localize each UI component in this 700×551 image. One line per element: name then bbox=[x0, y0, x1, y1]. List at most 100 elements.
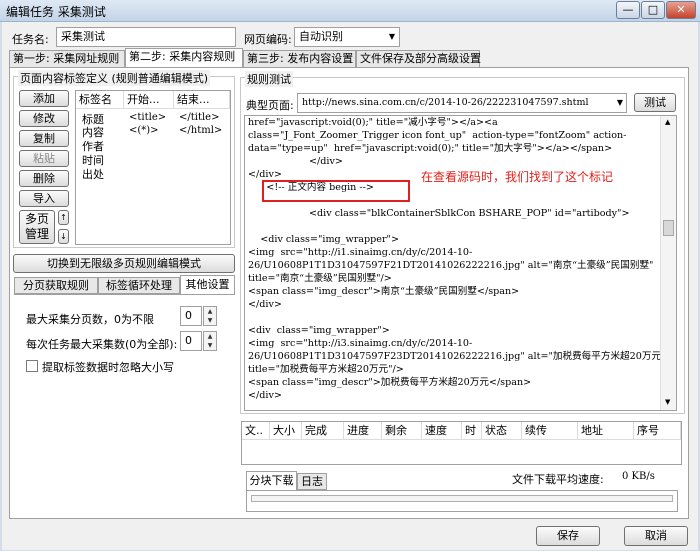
download-column-header[interactable]: 续传 bbox=[522, 422, 578, 440]
paste-button[interactable]: 粘贴 bbox=[19, 150, 69, 167]
source-line: title="加税费每平方米超20万元"/> bbox=[248, 364, 404, 375]
tab-step3[interactable]: 第三步: 发布内容设置 bbox=[243, 50, 356, 67]
download-column-header[interactable]: 序号 bbox=[634, 422, 681, 440]
spin-down-icon: ▼ bbox=[207, 317, 213, 324]
chevron-down-icon: ▼ bbox=[388, 32, 395, 41]
source-line: <img src="http://i1.sinaimg.cn/dy/c/2014… bbox=[248, 247, 473, 258]
task-name-label: 任务名: bbox=[12, 33, 49, 46]
add-button[interactable]: 添加 bbox=[19, 90, 69, 107]
row-name: 出处 bbox=[82, 168, 104, 181]
subtab-other-settings[interactable]: 其他设置 bbox=[180, 275, 235, 295]
multi-page-manage-button[interactable]: 多页 管理 bbox=[19, 210, 55, 244]
download-column-header[interactable]: 状态 bbox=[482, 422, 522, 440]
spin-up-icon: ▲ bbox=[207, 333, 213, 340]
cancel-button[interactable]: 取消 bbox=[624, 526, 688, 546]
sample-url-value: http://news.sina.com.cn/c/2014-10-26/222… bbox=[302, 97, 589, 108]
close-button[interactable]: ✕ bbox=[666, 1, 696, 19]
source-line: </div> bbox=[248, 390, 282, 401]
encoding-label: 网页编码: bbox=[244, 33, 292, 46]
source-line: title="南京“土豪级”民国别墅"/> bbox=[248, 273, 392, 284]
subtab-pagination[interactable]: 分页获取规则 bbox=[14, 277, 98, 294]
download-column-header[interactable]: 地址 bbox=[578, 422, 634, 440]
max-items-input[interactable]: 0 bbox=[180, 331, 202, 351]
download-column-header[interactable]: 完成 bbox=[302, 422, 344, 440]
max-pages-input[interactable]: 0 bbox=[180, 306, 202, 326]
scroll-up-icon[interactable]: ▲ bbox=[665, 118, 670, 126]
download-column-header[interactable]: 进度 bbox=[344, 422, 382, 440]
source-line: <span class="img_descr">加税费每平方米超20万元</sp… bbox=[248, 377, 532, 388]
download-column-header[interactable]: 时 bbox=[462, 422, 482, 440]
source-line: class="J_Font_Zoomer_Trigger icon font_u… bbox=[248, 130, 627, 141]
task-name-input[interactable]: 采集测试 bbox=[56, 27, 236, 47]
download-list: 文.. 大小 完成 进度 剩余 速度时状态 续传 地址 序号 bbox=[241, 421, 682, 465]
tab-block-download[interactable]: 分块下载 bbox=[246, 471, 297, 490]
speed-value: 0 KB/s bbox=[622, 471, 655, 482]
source-line: 26/U10608P1T1D31047597F21DT2014102622221… bbox=[248, 260, 654, 271]
speed-label: 文件下载平均速度: bbox=[512, 473, 604, 486]
arrow-down-icon: ↓ bbox=[60, 232, 67, 241]
source-line: </div> bbox=[248, 156, 343, 167]
scrollbar-thumb[interactable] bbox=[663, 220, 674, 236]
max-items-stepper[interactable]: ▲ ▼ bbox=[203, 331, 217, 351]
delete-button[interactable]: 删除 bbox=[19, 170, 69, 187]
tab-log[interactable]: 日志 bbox=[297, 473, 327, 490]
edit-button[interactable]: 修改 bbox=[19, 110, 69, 127]
max-pages-label: 最大采集分页数，0为不限 bbox=[26, 313, 154, 326]
rule-test-title: 规则测试 bbox=[245, 71, 293, 87]
source-line bbox=[248, 311, 660, 324]
download-column-header[interactable]: 文.. bbox=[242, 422, 270, 440]
sample-url-label: 典型页面: bbox=[246, 99, 294, 112]
ignore-case-label: 提取标签数据时忽略大小写 bbox=[42, 361, 174, 374]
row-start: <(*)> bbox=[129, 125, 159, 136]
tab-step1[interactable]: 第一步: 采集网址规则 bbox=[9, 50, 125, 67]
source-line: <img src="http://i3.sinaimg.cn/dy/c/2014… bbox=[248, 338, 473, 349]
source-line: <span class="img_descr">南京“土豪级”民国别墅</spa… bbox=[248, 286, 520, 297]
source-line: </div> bbox=[248, 299, 282, 310]
test-button[interactable]: 测试 bbox=[634, 93, 676, 112]
annotation-text: 在查看源码时，我们找到了这个标记 bbox=[421, 170, 614, 184]
row-end: </html> bbox=[179, 125, 223, 136]
source-text-area: href="javascript:void(0);" title="减小字号">… bbox=[248, 116, 660, 410]
move-up-button[interactable]: ↑ bbox=[58, 210, 69, 225]
column-header-start[interactable]: 开始... bbox=[124, 91, 174, 109]
download-list-header: 文.. 大小 完成 进度 剩余 速度时状态 续传 地址 序号 bbox=[242, 422, 681, 440]
block-download-panel bbox=[246, 490, 678, 512]
row-start: <title> bbox=[129, 112, 167, 123]
chevron-down-icon: ▼ bbox=[616, 98, 623, 107]
arrow-up-icon: ↑ bbox=[60, 213, 67, 222]
spin-up-icon: ▲ bbox=[207, 308, 213, 315]
sample-url-input[interactable]: http://news.sina.com.cn/c/2014-10-26/222… bbox=[297, 93, 627, 113]
source-line: <div class="blkContainerSblkCon BSHARE_P… bbox=[248, 208, 630, 219]
encoding-value: 自动识别 bbox=[299, 30, 343, 43]
spin-down-icon: ▼ bbox=[207, 342, 213, 349]
source-viewer[interactable]: href="javascript:void(0);" title="减小字号">… bbox=[244, 115, 677, 411]
source-line: href="javascript:void(0);" title="减小字号">… bbox=[248, 117, 498, 128]
source-line: data="type=up" href="javascript:void(0);… bbox=[248, 143, 613, 154]
encoding-select[interactable]: 自动识别 ▼ bbox=[294, 27, 400, 47]
copy-button[interactable]: 复制 bbox=[19, 130, 69, 147]
column-header-name[interactable]: 标签名 bbox=[76, 91, 124, 109]
download-column-header[interactable]: 剩余 bbox=[382, 422, 422, 440]
column-header-end[interactable]: 结束... bbox=[174, 91, 230, 109]
max-pages-stepper[interactable]: ▲ ▼ bbox=[203, 306, 217, 326]
vertical-scrollbar[interactable]: ▲ ▼ bbox=[660, 116, 676, 410]
minimize-button[interactable]: — bbox=[616, 1, 640, 19]
source-line: <div class="img_wrapper"> bbox=[248, 325, 390, 336]
download-column-header[interactable]: 速度 bbox=[422, 422, 462, 440]
scroll-down-icon[interactable]: ▼ bbox=[665, 398, 670, 406]
switch-multilevel-button[interactable]: 切换到无限级多页规则编辑模式 bbox=[13, 254, 235, 273]
subtab-tag-loop[interactable]: 标签循环处理 bbox=[98, 277, 180, 294]
ignore-case-checkbox[interactable] bbox=[26, 360, 38, 372]
save-button[interactable]: 保存 bbox=[536, 526, 600, 546]
subtab-panel bbox=[14, 294, 235, 519]
max-items-label: 每次任务最大采集数(0为全部): bbox=[26, 338, 178, 351]
maximize-button[interactable]: □ bbox=[641, 1, 665, 19]
download-column-header[interactable]: 大小 bbox=[270, 422, 302, 440]
tab-step2[interactable]: 第二步: 采集内容规则 bbox=[125, 48, 243, 68]
tab-advanced[interactable]: 文件保存及部分高级设置 bbox=[356, 50, 481, 67]
source-line: <div class="img_wrapper"> bbox=[248, 234, 399, 245]
import-button[interactable]: 导入 bbox=[19, 190, 69, 207]
window-title: 编辑任务 采集测试 bbox=[6, 5, 106, 19]
row-end: </title> bbox=[179, 112, 220, 123]
move-down-button[interactable]: ↓ bbox=[58, 229, 69, 244]
